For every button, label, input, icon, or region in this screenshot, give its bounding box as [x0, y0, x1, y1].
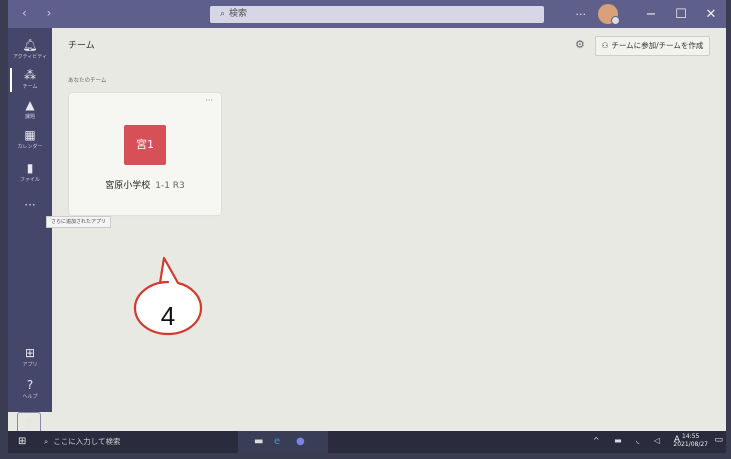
rail-item-label: アクティビティ	[12, 54, 48, 60]
clock-date: 2021/08/27	[673, 441, 708, 448]
more-apps-button[interactable]: ···	[8, 198, 52, 212]
rail-item-label: アプリ	[22, 362, 38, 368]
window-controls: ··· − ☐ ✕	[576, 0, 727, 28]
avatar[interactable]	[598, 4, 620, 25]
step-callout: 4	[118, 250, 218, 350]
rail-item-teams[interactable]: ⁂ チーム	[8, 68, 52, 92]
teams-taskbar-icon[interactable]: ●	[296, 436, 305, 447]
close-button[interactable]: ✕	[696, 7, 726, 22]
section-title: あなたのチーム	[68, 78, 107, 84]
back-forward-arrows[interactable]: ‹ ›	[22, 6, 59, 20]
rail-item-calendar[interactable]: ▦ カレンダー	[8, 128, 52, 150]
clock[interactable]: 14:55 2021/08/27	[673, 433, 708, 449]
search-placeholder: 検索	[229, 9, 248, 19]
help-icon: ?	[26, 378, 34, 392]
rail-item-assignments[interactable]: ▲ 課題	[8, 98, 52, 120]
bell-icon: 🔔︎	[22, 38, 38, 52]
rail-item-label: カレンダー	[17, 144, 43, 150]
rail-item-label: ファイル	[19, 177, 40, 183]
team-tile: 宮1	[124, 125, 166, 165]
tooltip: さらに追加されたアプリ	[46, 216, 112, 228]
apps-icon: ⊞	[24, 346, 36, 360]
taskbar-search-placeholder: ここに入力して検索	[53, 437, 121, 446]
edge-browser-icon[interactable]: e	[274, 436, 280, 447]
search-icon: ⌕	[44, 437, 49, 446]
calendar-icon: ▦	[24, 128, 36, 142]
taskbar-search-input[interactable]: ⌕ ここに入力して検索	[40, 434, 230, 450]
teams-icon: ⁂	[24, 68, 36, 82]
team-name: 宮原小学校 1-1 R3	[69, 178, 221, 191]
taskbar-pinned-apps: ▬ e ●	[238, 431, 328, 453]
teams-window: ‹ › ⌕ 検索 ··· − ☐ ✕ 🔔︎ アクティビティ ⁂ チーム ▲ 課題 …	[8, 0, 726, 440]
rail-item-files[interactable]: ▮ ファイル	[8, 161, 52, 183]
rail-item-label: チーム	[22, 84, 38, 90]
rail-item-label: ヘルプ	[22, 394, 38, 400]
team-name-text: 宮原小学校	[105, 181, 151, 191]
page-title: チーム	[68, 41, 95, 51]
system-tray[interactable]: ^ ▬ ◟ ◁	[593, 436, 666, 445]
callout-number: 4	[160, 301, 176, 331]
maximize-button[interactable]: ☐	[666, 7, 696, 22]
notification-icon[interactable]: ▭	[714, 435, 723, 445]
windows-start-icon[interactable]: ⊞	[18, 436, 26, 447]
rail-item-apps[interactable]: ⊞ アプリ	[8, 346, 52, 368]
join-create-team-label: チームに参加/チームを作成	[611, 41, 704, 50]
people-add-icon: ⚇	[601, 41, 609, 50]
rail-item-label: 課題	[24, 114, 35, 120]
clock-time: 14:55	[682, 433, 700, 440]
rail-item-activity[interactable]: 🔔︎ アクティビティ	[8, 38, 52, 60]
file-explorer-icon[interactable]: ▬	[254, 436, 263, 447]
more-options-icon[interactable]: ···	[576, 8, 587, 21]
assignments-icon: ▲	[25, 98, 35, 112]
team-card[interactable]: ··· 宮1 宮原小学校 1-1 R3	[69, 93, 221, 215]
search-input[interactable]: ⌕ 検索	[210, 6, 544, 23]
team-class-label: 1-1 R3	[155, 181, 185, 191]
taskbar: ⊞ ⌕ ここに入力して検索 ▬ e ● ^ ▬ ◟ ◁ A 14:55 2021/…	[8, 431, 726, 453]
gear-icon[interactable]: ⚙	[575, 38, 585, 51]
file-icon: ▮	[26, 161, 34, 175]
more-options-icon[interactable]: ···	[205, 96, 213, 105]
rail-item-help[interactable]: ? ヘルプ	[8, 378, 52, 400]
title-bar: ‹ › ⌕ 検索 ··· − ☐ ✕	[8, 0, 726, 28]
join-create-team-button[interactable]: ⚇ チームに参加/チームを作成	[595, 36, 710, 56]
minimize-button[interactable]: −	[636, 7, 666, 22]
search-icon: ⌕	[220, 9, 226, 19]
